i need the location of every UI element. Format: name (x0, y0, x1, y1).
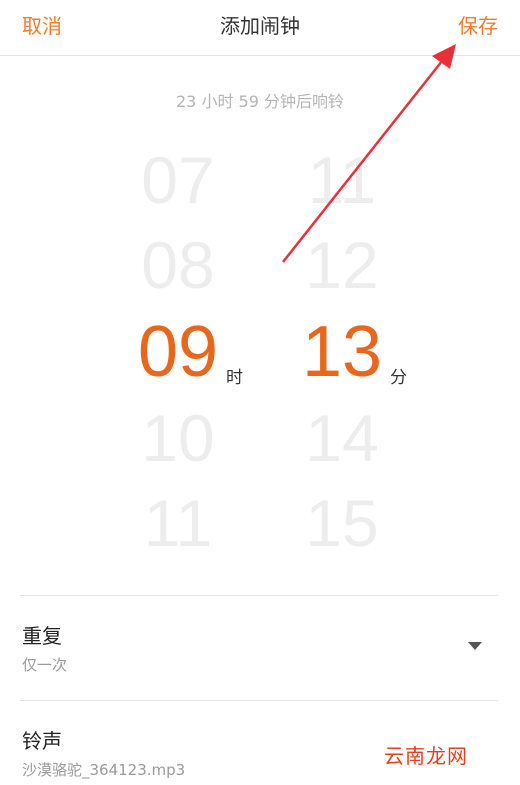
watermark-logo: 云南龙网 (384, 740, 494, 770)
annotation-arrow-icon (282, 44, 456, 263)
